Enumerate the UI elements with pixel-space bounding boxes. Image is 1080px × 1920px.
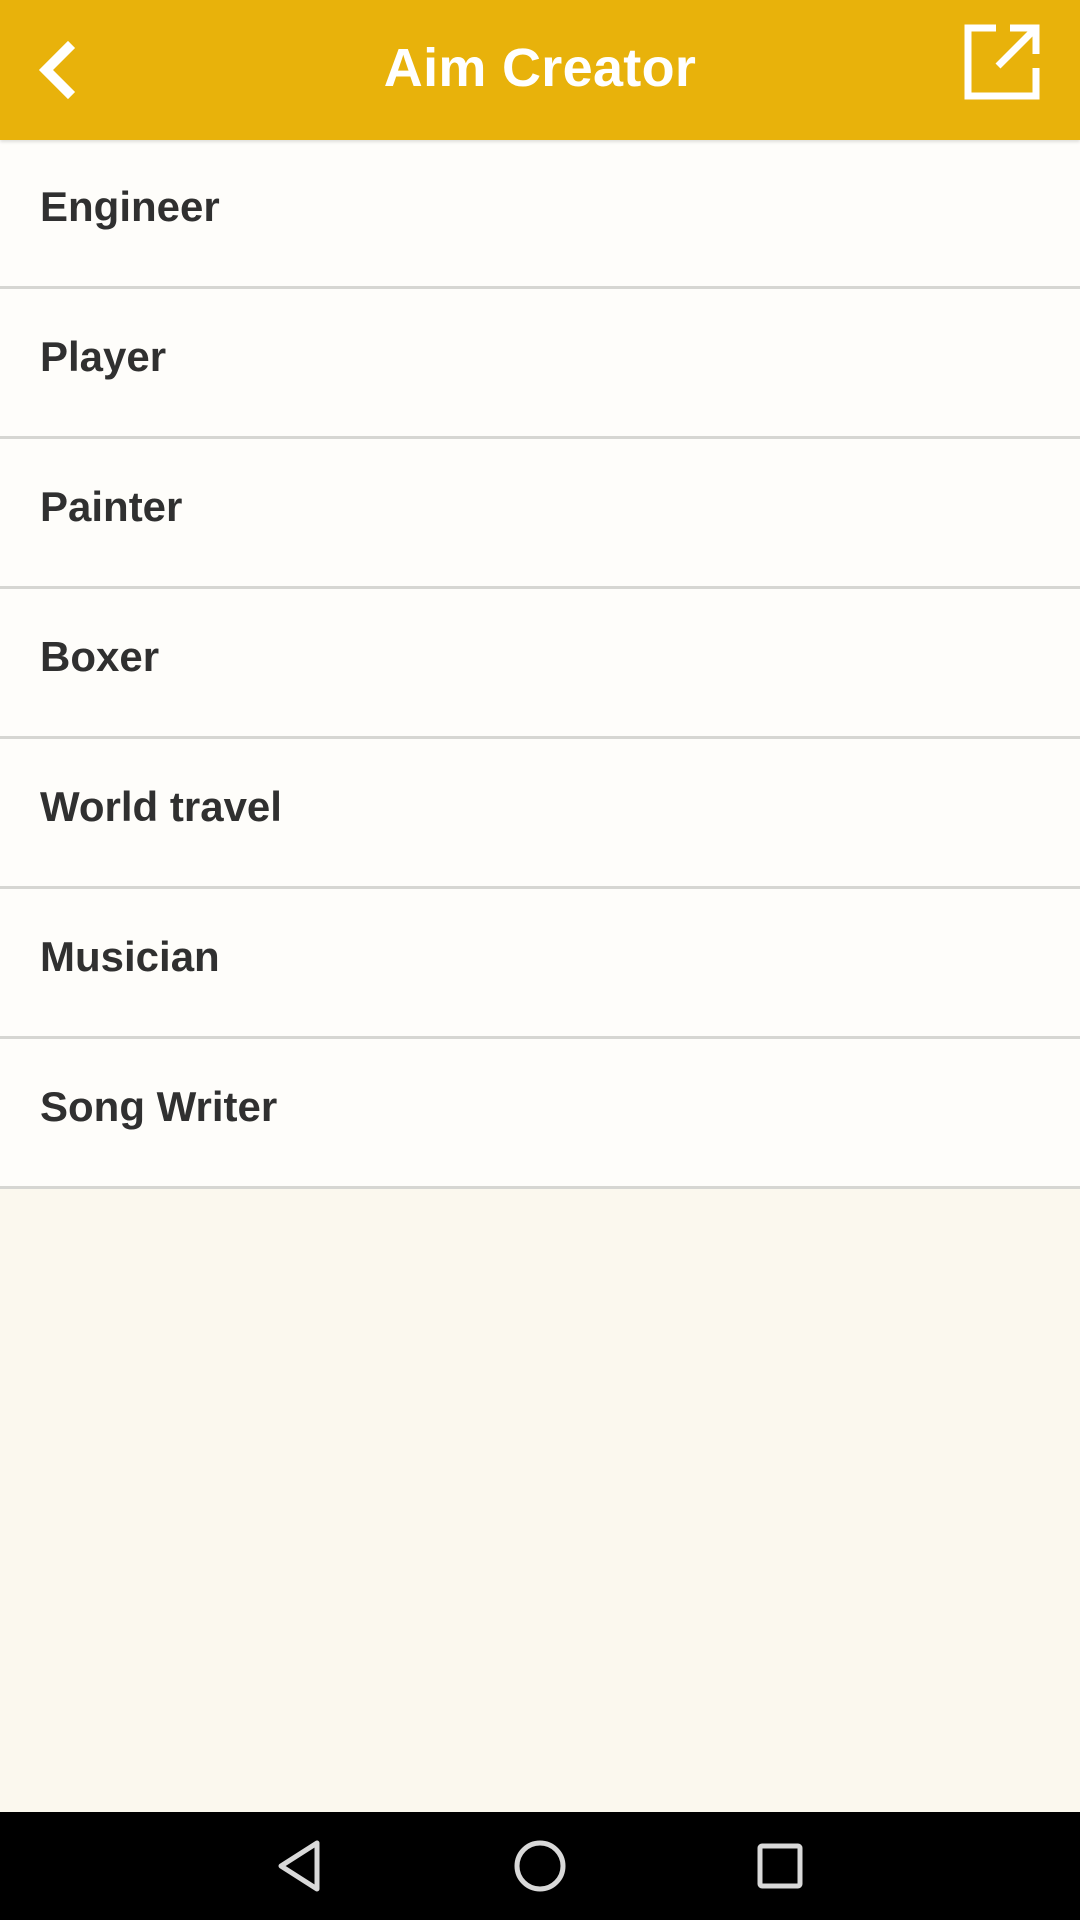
triangle-back-icon [278,1840,320,1892]
list-item-label: Song Writer [40,1082,278,1130]
open-external-button[interactable] [962,22,1042,102]
list-item-musician[interactable]: Musician [0,889,1080,1039]
square-recents-icon [757,1843,803,1889]
list-item-painter[interactable]: Painter [0,439,1080,589]
nav-back-button[interactable] [250,1826,350,1906]
list-item-label: Painter [40,482,183,530]
list-item-label: Engineer [40,183,220,230]
aim-list: Engineer Player Painter Boxer World trav… [0,140,1080,1189]
list-item-boxer[interactable]: Boxer [0,589,1080,739]
page-title: Aim Creator [383,38,697,98]
list-item-label: World travel [40,782,282,830]
circle-home-icon [514,1840,566,1892]
nav-recents-button[interactable] [730,1826,830,1906]
app-bar: Aim Creator [0,0,1080,140]
chevron-left-icon [38,40,76,100]
screen: Aim Creator Engineer Player Painter Boxe… [0,0,1080,1920]
list-item-label: Boxer [40,632,160,680]
back-button[interactable] [14,22,104,118]
open-in-new-icon [964,24,1040,100]
list-item-world-travel[interactable]: World travel [0,739,1080,889]
system-nav-bar [0,1812,1080,1920]
list-item-player[interactable]: Player [0,289,1080,439]
list-item-engineer[interactable]: Engineer [0,140,1080,289]
list-item-song-writer[interactable]: Song Writer [0,1039,1080,1189]
list-item-label: Player [40,332,167,380]
nav-home-button[interactable] [490,1826,590,1906]
list-item-label: Musician [40,932,220,980]
